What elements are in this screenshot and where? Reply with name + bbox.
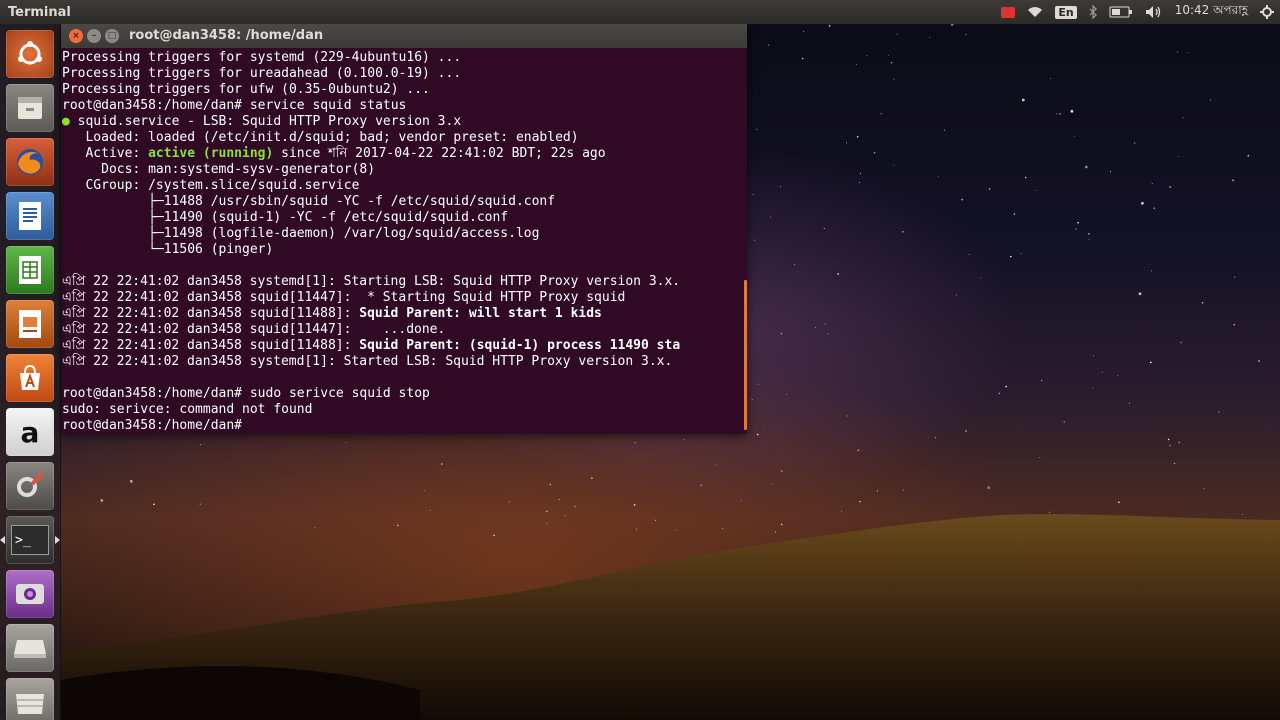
active-app-title: Terminal (8, 4, 71, 20)
terminal-text: Processing triggers for systemd (229-4ub… (62, 50, 462, 65)
terminal-text: এপ্রি 22 22:41:02 dan3458 systemd[1]: St… (62, 354, 673, 369)
volume-icon[interactable] (1145, 0, 1163, 24)
terminal-line: এপ্রি 22 22:41:02 dan3458 squid[11447]: … (62, 290, 746, 306)
terminal-text: এপ্রি 22 22:41:02 dan3458 squid[11488]: (62, 338, 360, 353)
terminal-text: since শনি 2017-04-22 22:41:02 BDT; 22s a… (273, 146, 606, 161)
system-tray: En 10:42 অপরাহ্ণ (1001, 0, 1274, 24)
window-close-button[interactable]: × (69, 29, 83, 43)
clock[interactable]: 10:42 অপরাহ্ণ (1175, 0, 1248, 24)
terminal-text: এপ্রি 22 22:41:02 dan3458 squid[11488]: (62, 306, 360, 321)
terminal-text: root@dan3458:/home/dan# service squid st… (62, 98, 407, 113)
terminal-line: এপ্রি 22 22:41:02 dan3458 squid[11447]: … (62, 322, 746, 338)
launcher: a >_ (0, 24, 61, 720)
amazon-glyph: a (20, 415, 40, 449)
drive-icon[interactable] (6, 624, 54, 672)
terminal-text: এপ্রি 22 22:41:02 dan3458 squid[11447]: … (62, 290, 626, 305)
battery-icon[interactable] (1109, 0, 1133, 24)
terminal-line: এপ্রি 22 22:41:02 dan3458 systemd[1]: St… (62, 274, 746, 290)
screen-recorder-icon[interactable] (6, 570, 54, 618)
terminal-line: এপ্রি 22 22:41:02 dan3458 systemd[1]: St… (62, 354, 746, 370)
terminal-line: Processing triggers for ufw (0.35-0ubunt… (62, 82, 746, 98)
amazon-icon[interactable]: a (6, 408, 54, 456)
system-settings-icon[interactable] (6, 462, 54, 510)
window-title: root@dan3458: /home/dan (129, 28, 324, 43)
terminal-text: CGroup: /system.slice/squid.service (62, 178, 360, 193)
terminal-text: ├─11490 (squid-1) -YC -f /etc/squid/squi… (62, 210, 509, 225)
terminal-line: Processing triggers for ureadahead (0.10… (62, 66, 746, 82)
terminal-line: root@dan3458:/home/dan# sudo serivce squ… (62, 386, 746, 402)
terminal-text: root@dan3458:/home/dan# (62, 418, 250, 433)
terminal-line: ● squid.service - LSB: Squid HTTP Proxy … (62, 114, 746, 130)
top-panel: Terminal En 10:42 অপরাহ্ণ (0, 0, 1280, 24)
calc-icon[interactable] (6, 246, 54, 294)
terminal-line: root@dan3458:/home/dan# service squid st… (62, 98, 746, 114)
window-maximize-button[interactable]: □ (105, 29, 119, 43)
terminal-output[interactable]: Processing triggers for systemd (229-4ub… (61, 48, 746, 436)
terminal-text: ● (62, 114, 70, 129)
terminal-text: Squid Parent: (squid-1) process 11490 st… (359, 338, 681, 353)
lang-indicator: En (1055, 5, 1077, 19)
terminal-icon[interactable]: >_ (0, 516, 60, 564)
terminal-text: এপ্রি 22 22:41:02 dan3458 squid[11447]: … (62, 322, 446, 337)
files-icon[interactable] (6, 84, 54, 132)
terminal-line: root@dan3458:/home/dan# (62, 418, 746, 434)
terminal-text: active (running) (148, 146, 274, 161)
wifi-icon[interactable] (1027, 0, 1043, 24)
terminal-text: ├─11488 /usr/sbin/squid -YC -f /etc/squi… (62, 194, 556, 209)
window-titlebar[interactable]: × – □ root@dan3458: /home/dan (61, 24, 747, 48)
terminal-line: ├─11498 (logfile-daemon) /var/log/squid/… (62, 226, 746, 242)
terminal-text: Loaded: loaded (/etc/init.d/squid; bad; … (62, 130, 579, 145)
terminal-glyph: >_ (11, 525, 49, 555)
terminal-line: এপ্রি 22 22:41:02 dan3458 squid[11488]: … (62, 338, 746, 354)
keyboard-layout-icon[interactable]: En (1055, 0, 1077, 24)
firefox-icon[interactable] (6, 138, 54, 186)
terminal-line: এপ্রি 22 22:41:02 dan3458 squid[11488]: … (62, 306, 746, 322)
bluetooth-icon[interactable] (1089, 0, 1097, 24)
terminal-text: Squid Parent: will start 1 kids (359, 306, 602, 321)
record-icon[interactable] (1001, 0, 1016, 24)
terminal-line: ├─11488 /usr/sbin/squid -YC -f /etc/squi… (62, 194, 746, 210)
terminal-line: Docs: man:systemd-sysv-generator(8) (62, 162, 746, 178)
software-center-icon[interactable] (6, 354, 54, 402)
terminal-line: CGroup: /system.slice/squid.service (62, 178, 746, 194)
terminal-text: root@dan3458:/home/dan# sudo serivce squ… (62, 386, 430, 401)
terminal-window[interactable]: × – □ root@dan3458: /home/dan Processing… (61, 24, 747, 434)
impress-icon[interactable] (6, 300, 54, 348)
ubuntu-dash-icon[interactable] (6, 30, 54, 78)
terminal-text: ├─11498 (logfile-daemon) /var/log/squid/… (62, 226, 540, 241)
terminal-text: এপ্রি 22 22:41:02 dan3458 systemd[1]: St… (62, 274, 681, 289)
terminal-text: Active: (62, 146, 149, 161)
terminal-text: Processing triggers for ureadahead (0.10… (62, 66, 462, 81)
settings-gear-icon[interactable] (1260, 0, 1274, 24)
terminal-text: Processing triggers for ufw (0.35-0ubunt… (62, 82, 430, 97)
terminal-line: └─11506 (pinger) (62, 242, 746, 258)
terminal-text: squid.service - LSB: Squid HTTP Proxy ve… (69, 114, 462, 129)
window-minimize-button[interactable]: – (87, 29, 101, 43)
terminal-line: Processing triggers for systemd (229-4ub… (62, 50, 746, 66)
terminal-scrollbar[interactable] (744, 280, 747, 430)
terminal-line: Active: active (running) since শনি 2017-… (62, 146, 746, 162)
terminal-text: └─11506 (pinger) (62, 242, 274, 257)
terminal-text: Docs: man:systemd-sysv-generator(8) (62, 162, 376, 177)
writer-icon[interactable] (6, 192, 54, 240)
trash-icon[interactable] (6, 678, 54, 720)
terminal-line: ├─11490 (squid-1) -YC -f /etc/squid/squi… (62, 210, 746, 226)
terminal-line: sudo: serivce: command not found (62, 402, 746, 418)
terminal-text: sudo: serivce: command not found (62, 402, 313, 417)
terminal-line: Loaded: loaded (/etc/init.d/squid; bad; … (62, 130, 746, 146)
